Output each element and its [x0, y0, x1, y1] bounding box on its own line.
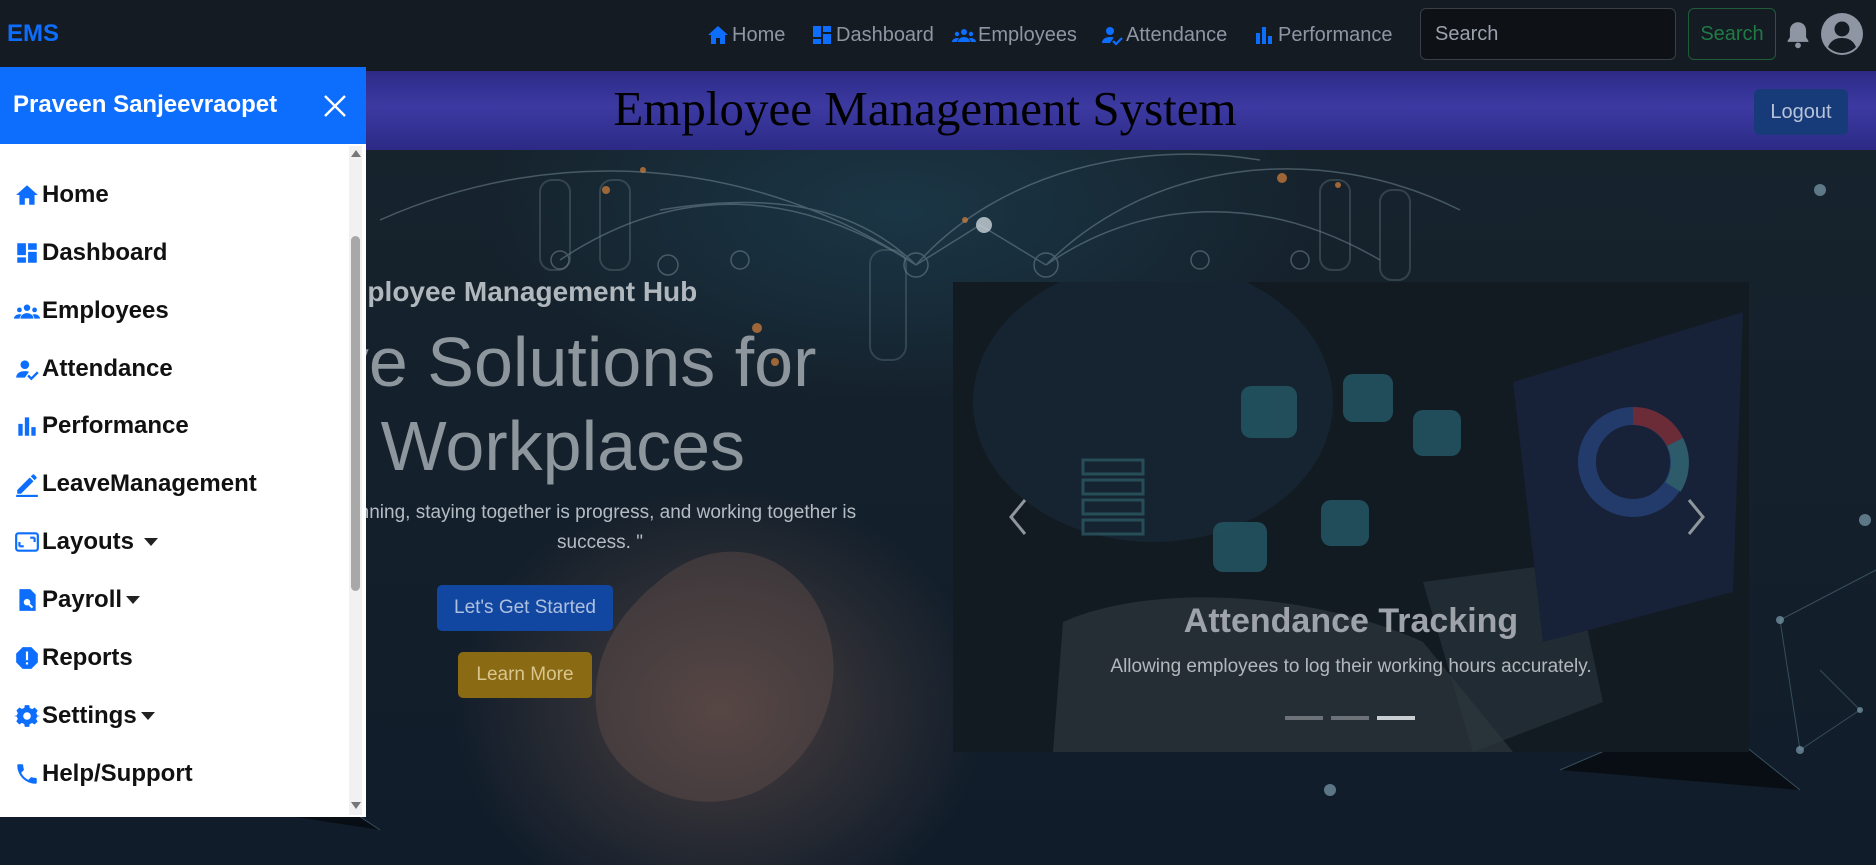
sidebar-item-layouts[interactable]: Layouts [14, 527, 159, 557]
carousel-caption-text: Allowing employees to log their working … [1110, 656, 1592, 677]
chevron-down-icon [140, 712, 155, 720]
user-avatar-icon[interactable] [1820, 12, 1864, 56]
scroll-down-arrow[interactable] [351, 802, 361, 809]
scroll-thumb[interactable] [351, 236, 360, 591]
sidebar-item-settings[interactable]: Settings [14, 701, 155, 731]
performance-icon [1256, 27, 1272, 44]
edit-icon [16, 474, 38, 497]
nav-link-employees[interactable]: Employees [952, 22, 1077, 48]
sidebar-item-dashboard[interactable]: Dashboard [14, 238, 167, 268]
home-icon [16, 185, 38, 205]
get-started-button[interactable]: Let's Get Started [437, 585, 613, 631]
gear-icon [14, 705, 40, 727]
carousel-indicator[interactable] [1285, 716, 1323, 720]
sidebar-item-reports[interactable]: Reports [14, 643, 133, 673]
chevron-down-icon [126, 596, 141, 604]
sidebar-item-leave-management[interactable]: LeaveManagement [14, 469, 257, 499]
bell-icon[interactable] [1784, 20, 1812, 50]
nav-link-label: Performance [1278, 23, 1393, 46]
sidebar-item-employees[interactable]: Employees [14, 296, 169, 326]
close-icon[interactable] [322, 93, 348, 119]
scroll-up-arrow[interactable] [351, 150, 361, 157]
chevron-left-icon[interactable] [1003, 492, 1033, 542]
nav-link-label: Employees [978, 23, 1077, 46]
nav-link-attendance[interactable]: Attendance [1100, 22, 1227, 48]
carousel-caption-title: Attendance Tracking [1183, 602, 1519, 640]
sidebar-offcanvas: Praveen Sanjeevraopet Home Dashboard Emp… [0, 67, 366, 817]
attendance-icon [16, 360, 39, 381]
dashboard-icon [813, 26, 831, 44]
nav-link-performance[interactable]: Performance [1252, 22, 1393, 48]
layouts-icon [15, 532, 39, 552]
phone-icon [17, 764, 37, 784]
sidebar-item-label: Performance [42, 412, 189, 439]
sidebar-user-name: Praveen Sanjeevraopet [13, 91, 278, 118]
performance-icon [18, 417, 36, 436]
employees-icon [952, 29, 976, 42]
reports-icon [16, 647, 38, 669]
sidebar-scrollbar[interactable] [349, 146, 362, 815]
nav-link-label: Home [732, 23, 786, 46]
chevron-right-icon[interactable] [1681, 492, 1711, 542]
dashboard-icon [17, 243, 37, 263]
chevron-down-icon [144, 538, 159, 546]
sidebar-item-label: Employees [42, 297, 169, 324]
sidebar-item-label: Attendance [42, 355, 173, 382]
sidebar-item-label: Payroll [42, 586, 123, 613]
feature-carousel[interactable]: Attendance Tracking Allowing employees t… [953, 282, 1749, 752]
sidebar-item-label: Home [42, 181, 109, 208]
employees-icon [14, 304, 40, 319]
search-input[interactable] [1420, 8, 1676, 60]
carousel-slide-image [953, 282, 1749, 752]
logout-button[interactable]: Logout [1754, 89, 1848, 135]
brand-logo[interactable]: EMS [7, 20, 59, 48]
sidebar-item-label: Reports [42, 644, 133, 671]
sidebar-item-performance[interactable]: Performance [14, 411, 189, 441]
attendance-icon [1102, 27, 1123, 46]
carousel-indicator[interactable] [1331, 716, 1369, 720]
sidebar-item-label: Help/Support [42, 760, 193, 787]
nav-link-home[interactable]: Home [706, 22, 785, 48]
sidebar-item-label: Settings [42, 702, 137, 729]
sidebar-item-label: Layouts [42, 528, 135, 555]
sidebar-item-home[interactable]: Home [14, 180, 109, 210]
sidebar-item-help-support[interactable]: Help/Support [14, 759, 193, 789]
sidebar-item-label: Dashboard [42, 239, 168, 266]
nav-link-label: Dashboard [836, 23, 934, 46]
sidebar-item-label: LeaveManagement [42, 470, 257, 497]
carousel-indicator-active[interactable] [1377, 716, 1415, 720]
search-button[interactable]: Search [1688, 8, 1776, 60]
payroll-icon [19, 589, 36, 611]
home-icon [708, 26, 728, 44]
sidebar-item-attendance[interactable]: Attendance [14, 354, 173, 384]
nav-link-dashboard[interactable]: Dashboard [810, 22, 934, 48]
sidebar-item-payroll[interactable]: Payroll [14, 585, 141, 615]
learn-more-button[interactable]: Learn More [458, 652, 592, 698]
nav-link-label: Attendance [1126, 23, 1228, 46]
